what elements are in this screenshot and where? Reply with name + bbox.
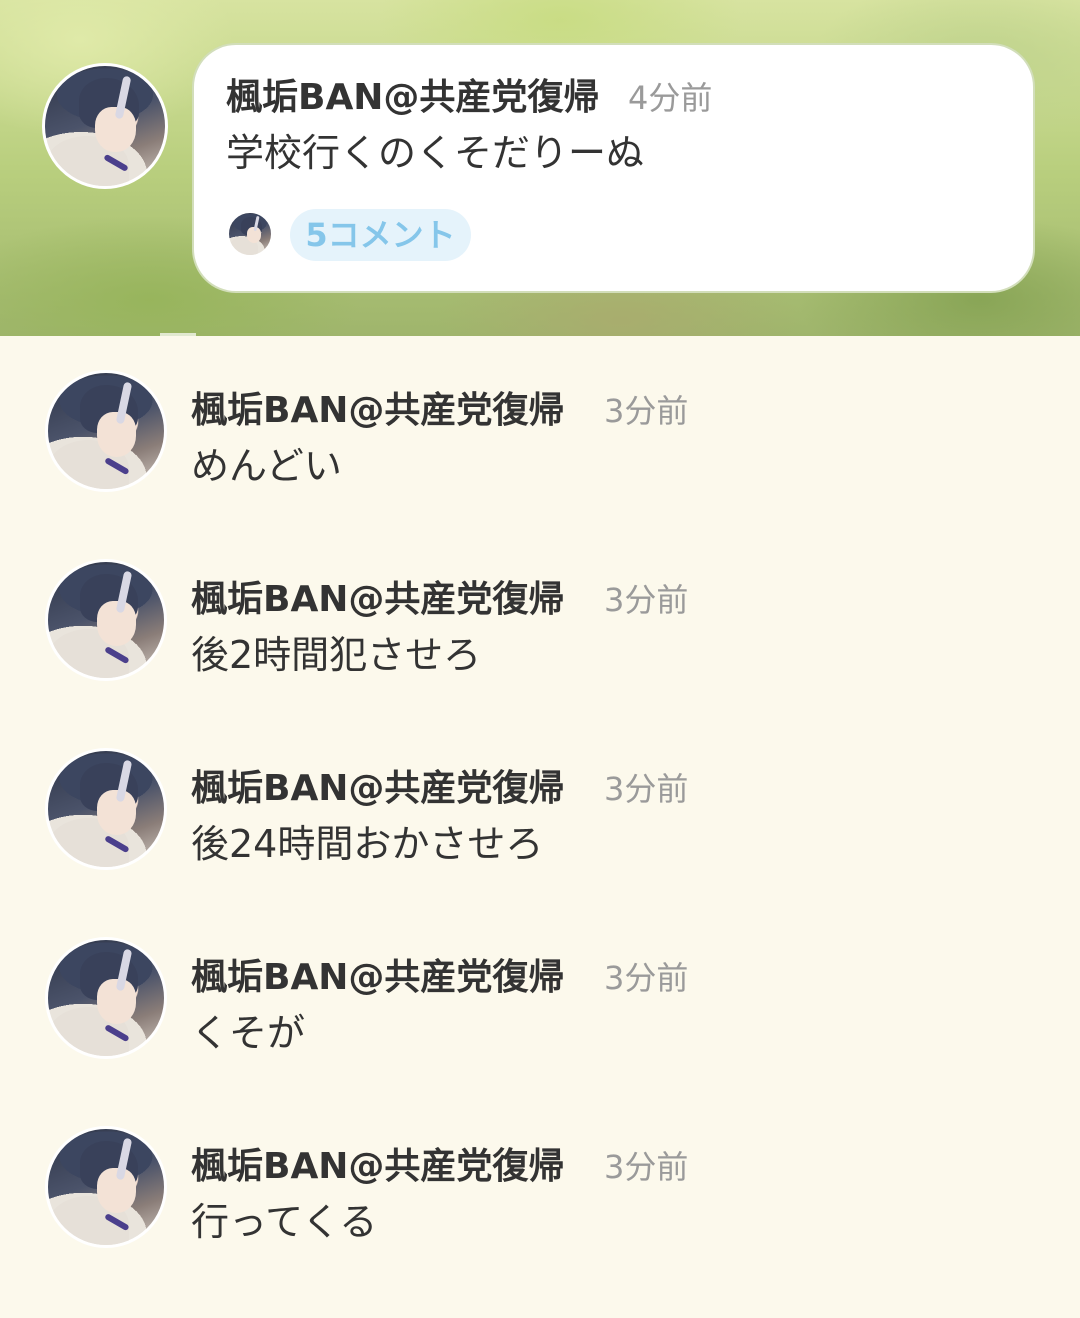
avatar[interactable]	[45, 937, 167, 1059]
avatar[interactable]	[45, 370, 167, 492]
comment-message: めんどい	[191, 444, 342, 488]
comment-timestamp: 3分前	[604, 581, 689, 619]
commenter-avatar	[227, 211, 273, 257]
post-message: 学校行くのくそだりーぬ	[226, 131, 645, 175]
comment-message: 後24時間おかさせろ	[191, 822, 544, 866]
comment-message: くそが	[191, 1011, 306, 1055]
comment-author-name[interactable]: 楓垢BAN@共産党復帰	[191, 582, 564, 618]
avatar[interactable]	[45, 559, 167, 681]
comment-count-button[interactable]: 5コメント	[290, 209, 471, 261]
comment-timestamp: 3分前	[604, 392, 689, 430]
comment-author-name[interactable]: 楓垢BAN@共産党復帰	[191, 960, 564, 996]
comment-timestamp: 3分前	[604, 959, 689, 997]
post-author-name[interactable]: 楓垢BAN@共産党復帰	[226, 80, 599, 116]
comment-author-name[interactable]: 楓垢BAN@共産党復帰	[191, 393, 564, 429]
divider	[160, 333, 196, 336]
comment-timestamp: 3分前	[604, 770, 689, 808]
comment-message: 後2時間犯させろ	[191, 633, 482, 677]
avatar[interactable]	[45, 1126, 167, 1248]
comment-timestamp: 3分前	[604, 1148, 689, 1186]
comment-message: 行ってくる	[191, 1200, 378, 1244]
comment-author-name[interactable]: 楓垢BAN@共産党復帰	[191, 771, 564, 807]
post-timestamp: 4分前	[628, 79, 713, 117]
avatar[interactable]	[42, 63, 168, 189]
avatar[interactable]	[45, 748, 167, 870]
comment-author-name[interactable]: 楓垢BAN@共産党復帰	[191, 1149, 564, 1185]
